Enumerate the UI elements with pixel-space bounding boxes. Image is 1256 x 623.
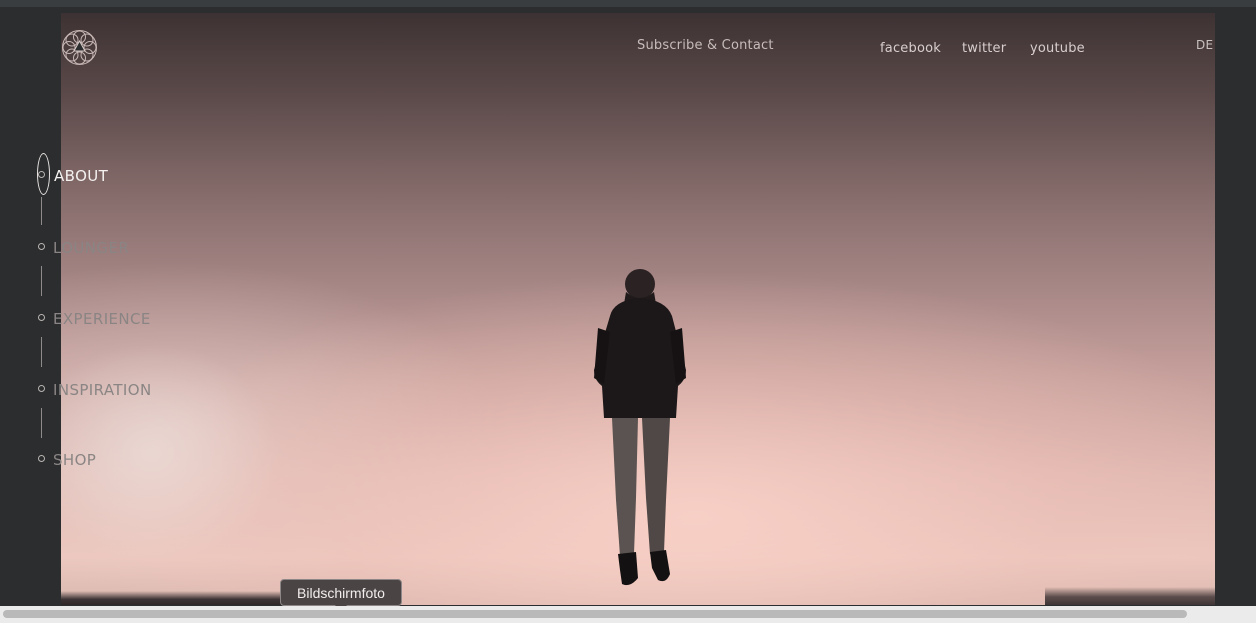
- nav-connector: [41, 197, 42, 225]
- nav-connector: [41, 337, 42, 367]
- sidenav-item-inspiration[interactable]: INSPIRATION: [53, 381, 152, 399]
- twitter-link[interactable]: twitter: [962, 41, 1006, 56]
- nav-connector: [41, 266, 42, 296]
- youtube-link[interactable]: youtube: [1030, 41, 1085, 56]
- language-switch[interactable]: DE: [1196, 38, 1213, 52]
- nav-dot-about[interactable]: [38, 171, 45, 178]
- nav-dot-shop[interactable]: [38, 455, 45, 462]
- window-top-bar: [0, 0, 1256, 7]
- nav-dot-inspiration[interactable]: [38, 385, 45, 392]
- nav-connector: [41, 408, 42, 438]
- facebook-link[interactable]: facebook: [880, 41, 941, 56]
- sidenav-item-shop[interactable]: SHOP: [53, 451, 96, 469]
- nav-dot-lounger[interactable]: [38, 243, 45, 250]
- screenshot-tooltip: Bildschirmfoto: [280, 579, 402, 606]
- nav-dot-experience[interactable]: [38, 314, 45, 321]
- sidenav-item-experience[interactable]: EXPERIENCE: [53, 310, 151, 328]
- ground-right: [1045, 587, 1215, 605]
- sidenav-item-about[interactable]: ABOUT: [54, 167, 108, 185]
- jumping-person-silhouette: [594, 269, 686, 586]
- horizontal-scrollbar-thumb[interactable]: [3, 610, 1187, 618]
- sidenav-item-lounger[interactable]: LOUNGER: [53, 239, 129, 257]
- mandala-logo-icon[interactable]: [61, 29, 98, 66]
- subscribe-contact-link[interactable]: Subscribe & Contact: [637, 38, 774, 53]
